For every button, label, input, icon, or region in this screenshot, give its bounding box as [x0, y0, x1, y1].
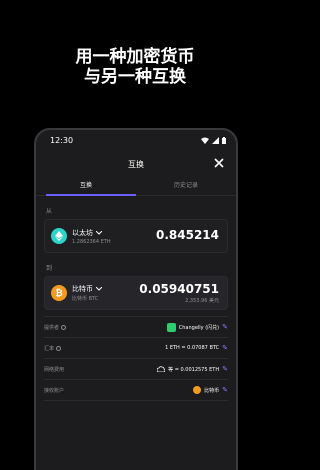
battery-icon: [222, 136, 226, 144]
active-tab-indicator: [46, 194, 136, 196]
detail-rate-value: 1 ETH = 0.07087 BTC: [165, 345, 220, 351]
status-time: 12:30: [50, 135, 74, 145]
detail-row-provider: 提供者 Changelly (闪兑) ✎: [44, 317, 228, 338]
edit-icon[interactable]: ✎: [222, 323, 228, 331]
phone-frame: 12:30 互换 互换 历史记录 从 以太坊 1.2862364 ETH 0.8…: [34, 128, 238, 470]
bitcoin-icon: [193, 386, 202, 394]
from-coin-name: 以太坊: [72, 228, 93, 237]
changelly-icon: [166, 322, 176, 332]
info-icon[interactable]: [56, 345, 62, 351]
to-coin-sub: 比特币 BTC: [72, 296, 99, 302]
detail-row-network-fee: 网络费用 等 = 0.0012575 ETH ✎: [44, 359, 228, 380]
headline-line-1: 用一种加密货币: [75, 47, 195, 67]
headline: 用一种加密货币 与另一种互换: [0, 47, 270, 87]
from-balance: 1.2862364 ETH: [72, 238, 111, 245]
close-icon[interactable]: [212, 156, 226, 170]
bitcoin-icon: ₿: [51, 285, 67, 301]
detail-fee-value: 等 = 0.0012575 ETH: [168, 366, 220, 373]
from-amount[interactable]: 0.845214: [156, 228, 219, 242]
to-amount: 0.05940751: [139, 282, 219, 296]
title-bar: 互换: [36, 150, 236, 178]
cloud-icon: [157, 366, 166, 372]
swap-details: 提供者 Changelly (闪兑) ✎ 汇率 1 ETH = 0.07087 …: [44, 316, 228, 401]
detail-provider-key: 提供者: [44, 324, 60, 331]
headline-line-2: 与另一种互换: [84, 67, 186, 87]
detail-account-key: 接收账户: [44, 387, 65, 394]
edit-icon[interactable]: ✎: [222, 386, 228, 394]
to-fiat-amount: 2,353.96 美元: [185, 298, 219, 304]
from-label: 从: [46, 208, 53, 215]
info-icon[interactable]: [61, 324, 67, 330]
edit-icon[interactable]: ✎: [222, 365, 228, 373]
chevron-down-icon: [96, 287, 102, 291]
to-label: 到: [46, 265, 53, 272]
detail-provider-value: Changelly (闪兑): [178, 324, 220, 331]
page-title: 互换: [128, 159, 144, 169]
to-coin-name: 比特币: [72, 285, 93, 293]
ethereum-icon: [51, 228, 67, 244]
detail-row-receive-account: 接收账户 比特币 ✎: [44, 380, 228, 401]
wifi-icon: [201, 137, 209, 144]
tab-bar: 互换 历史记录: [36, 178, 236, 196]
detail-account-value: 比特币: [204, 387, 220, 394]
tab-history[interactable]: 历史记录: [136, 178, 236, 195]
chevron-down-icon: [96, 230, 102, 235]
signal-icon: [212, 136, 219, 144]
detail-fee-key: 网络费用: [44, 366, 65, 373]
to-card[interactable]: ₿ 比特币 比特币 BTC 0.05940751 2,353.96 美元: [44, 276, 228, 310]
detail-row-rate: 汇率 1 ETH = 0.07087 BTC ✎: [44, 338, 228, 359]
tab-swap[interactable]: 互换: [36, 178, 136, 195]
edit-icon[interactable]: ✎: [222, 344, 228, 352]
status-bar: 12:30: [36, 130, 236, 150]
detail-rate-key: 汇率: [44, 345, 55, 352]
from-card[interactable]: 以太坊 1.2862364 ETH 0.845214: [44, 219, 228, 253]
